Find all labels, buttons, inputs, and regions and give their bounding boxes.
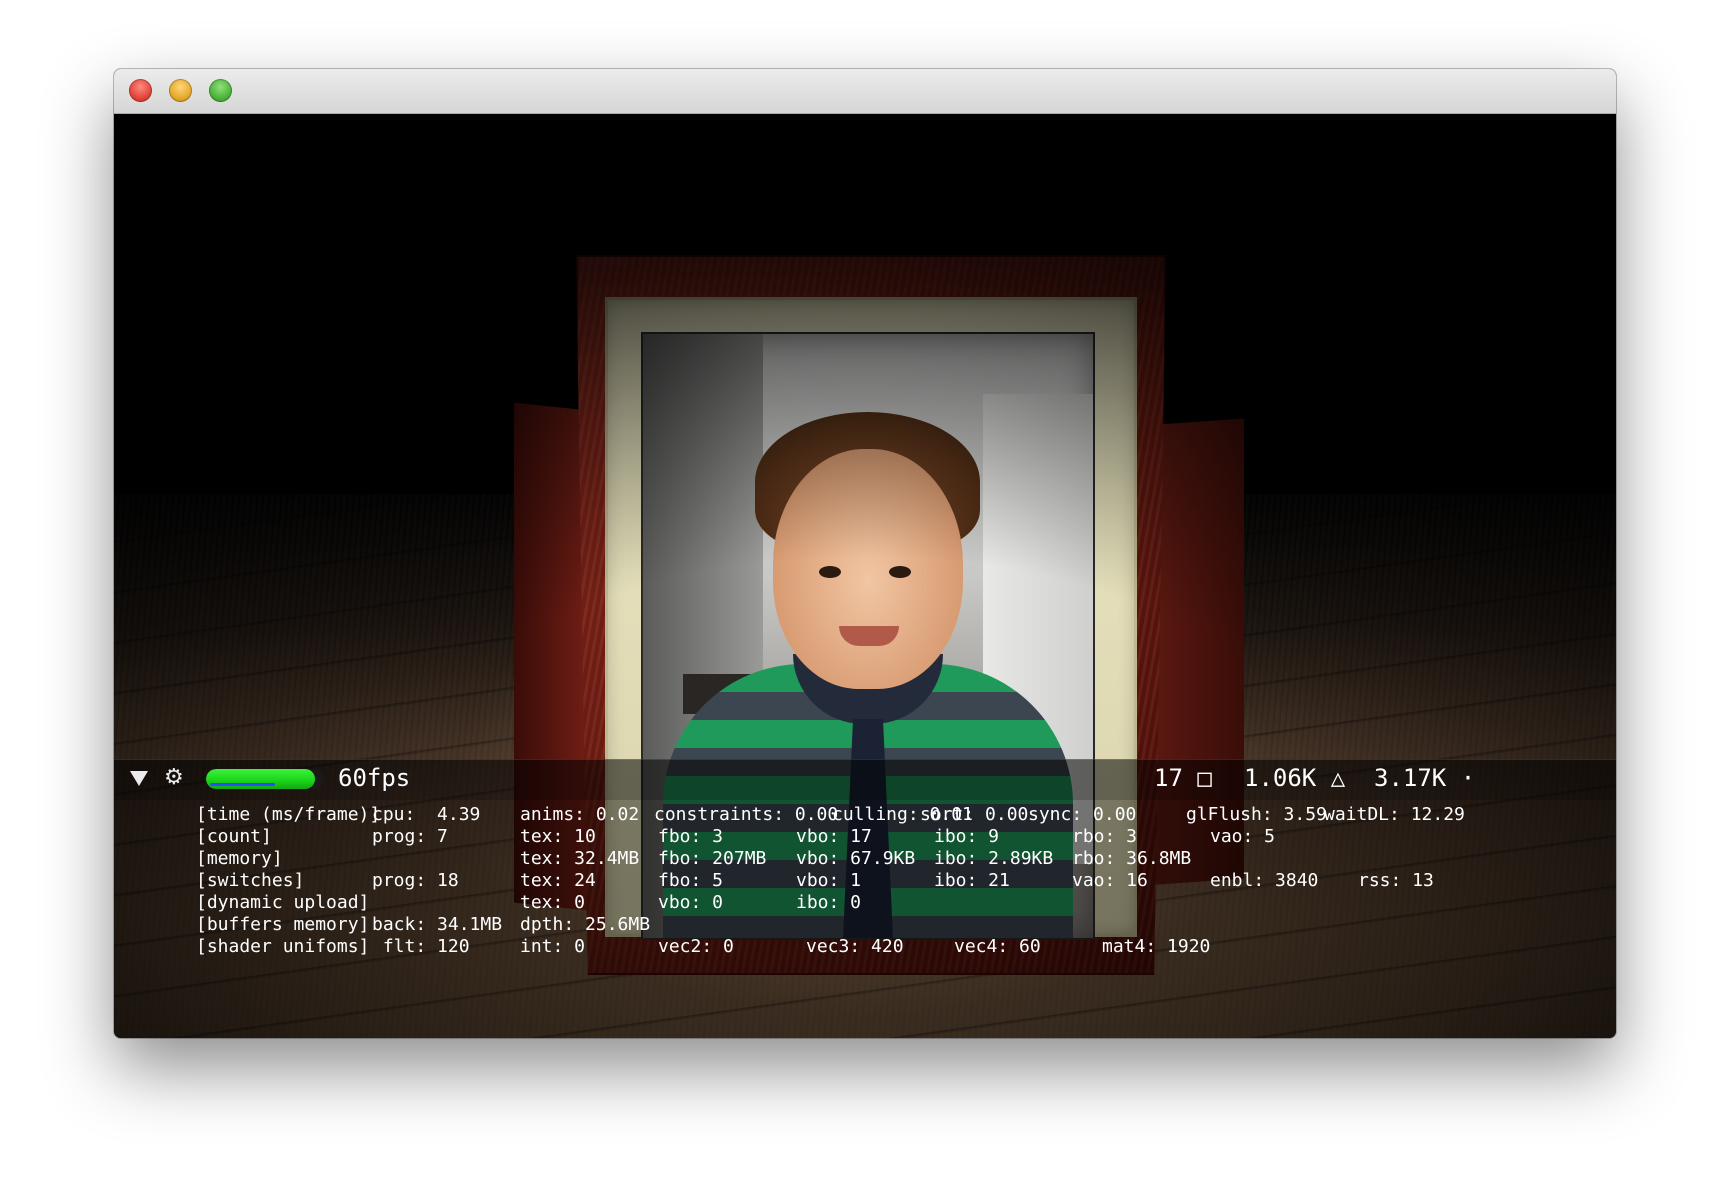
fps-meter-fill bbox=[206, 769, 315, 789]
stats-cell: dpth: 25.6MB bbox=[520, 914, 651, 935]
fps-label: 60fps bbox=[338, 764, 411, 792]
stats-cell: ibo: 0 bbox=[796, 892, 862, 913]
stats-cell: constraints: 0.00 bbox=[654, 804, 839, 825]
stats-cell: vbo: 17 bbox=[796, 826, 872, 847]
gear-icon[interactable]: ⚙ bbox=[164, 767, 184, 789]
stats-cell: tex: 0 bbox=[520, 892, 586, 913]
stats-row-label: [time (ms/frame)] bbox=[196, 804, 381, 825]
stats-row-label: [shader unifoms] bbox=[196, 936, 370, 957]
title-bar[interactable] bbox=[114, 69, 1616, 114]
stats-cell: prog: 18 bbox=[372, 870, 459, 891]
stats-cell: fbo: 5 bbox=[658, 870, 724, 891]
stats-cell: rss: 13 bbox=[1358, 870, 1434, 891]
point-count: 3.17K · bbox=[1374, 764, 1476, 792]
stats-cell: vec3: 420 bbox=[806, 936, 904, 957]
stats-cell: rbo: 3 bbox=[1072, 826, 1138, 847]
stats-cell: fbo: 3 bbox=[658, 826, 724, 847]
stats-cell: enbl: 3840 bbox=[1210, 870, 1319, 891]
stats-cell: fbo: 207MB bbox=[658, 848, 767, 869]
stats-cell: tex: 24 bbox=[520, 870, 596, 891]
stats-cell: flt: 120 bbox=[372, 936, 470, 957]
stats-cell: prog: 7 bbox=[372, 826, 448, 847]
stats-cell: cpu: 4.39 bbox=[372, 804, 481, 825]
stats-row-label: [count] bbox=[196, 826, 272, 847]
fps-meter bbox=[206, 769, 324, 789]
stats-cell: ibo: 2.89KB bbox=[934, 848, 1054, 869]
scene-viewport[interactable]: ⚙ 60fps 17 □ 1.06K △ 3.17K · [time (ms/f… bbox=[114, 114, 1616, 1038]
stats-cell: vec4: 60 bbox=[954, 936, 1041, 957]
stats-cell: vbo: 67.9KB bbox=[796, 848, 916, 869]
stats-row-label: [dynamic upload] bbox=[196, 892, 370, 913]
collapse-triangle-icon[interactable] bbox=[130, 771, 148, 786]
stats-cell: sync: 0.00 bbox=[1028, 804, 1137, 825]
stats-cell: rbo: 36.8MB bbox=[1072, 848, 1192, 869]
stats-cell: vbo: 1 bbox=[796, 870, 862, 891]
stats-cell: sort: 0.00 bbox=[920, 804, 1029, 825]
stats-cell: vao: 16 bbox=[1072, 870, 1148, 891]
fps-meter-secondary bbox=[210, 783, 275, 786]
stats-cell: tex: 32.4MB bbox=[520, 848, 640, 869]
stats-cell: vao: 5 bbox=[1210, 826, 1276, 847]
triangle-count: 1.06K △ bbox=[1244, 764, 1346, 792]
stats-cell: vec2: 0 bbox=[658, 936, 734, 957]
close-button[interactable] bbox=[129, 79, 152, 102]
stats-row-label: [memory] bbox=[196, 848, 283, 869]
stats-cell: anims: 0.02 bbox=[520, 804, 640, 825]
stats-row-label: [switches] bbox=[196, 870, 305, 891]
stats-cell: back: 34.1MB bbox=[372, 914, 503, 935]
stats-cell: mat4: 1920 bbox=[1102, 936, 1211, 957]
stats-cell: ibo: 21 bbox=[934, 870, 1010, 891]
stats-cell: ibo: 9 bbox=[934, 826, 1000, 847]
stats-row-label: [buffers memory] bbox=[196, 914, 370, 935]
stats-cell: vbo: 0 bbox=[658, 892, 724, 913]
stats-cell: int: 0 bbox=[520, 936, 586, 957]
stats-cell: waitDL: 12.29 bbox=[1324, 804, 1465, 825]
app-window: ⚙ 60fps 17 □ 1.06K △ 3.17K · [time (ms/f… bbox=[114, 69, 1616, 1038]
stats-cell: glFlush: 3.59 bbox=[1186, 804, 1327, 825]
node-count: 17 □ bbox=[1154, 764, 1212, 792]
zoom-button[interactable] bbox=[209, 79, 232, 102]
stats-cell: tex: 10 bbox=[520, 826, 596, 847]
minimize-button[interactable] bbox=[169, 79, 192, 102]
